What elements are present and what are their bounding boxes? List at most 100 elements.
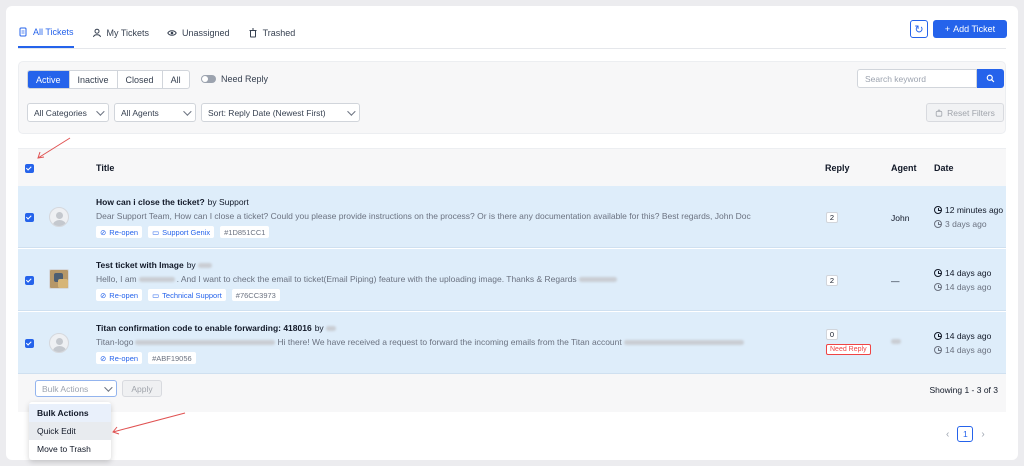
ticket-excerpt: Hello, I am . And I want to check the ema… (96, 274, 811, 284)
need-reply-badge: Need Reply (826, 344, 871, 355)
ticket-author: by (314, 323, 324, 333)
redacted-text (623, 340, 744, 346)
menu-item-quick-edit[interactable]: Quick Edit (29, 422, 111, 440)
avatar (49, 269, 69, 289)
column-reply: Reply (825, 163, 850, 173)
clock-icon (934, 332, 942, 340)
clock-icon (934, 346, 942, 354)
chevron-down-icon (104, 382, 113, 392)
category-tag[interactable]: ▭ Technical Support (148, 289, 226, 301)
updated-date-text: 12 minutes ago (945, 205, 1004, 215)
agent-select[interactable]: All Agents (114, 103, 196, 122)
ticket-tags: ⊘ Re-open #ABF19056 (96, 352, 196, 364)
created-date-text: 14 days ago (945, 345, 992, 355)
reopen-icon: ⊘ (100, 290, 107, 300)
select-all-checkbox[interactable] (25, 164, 34, 173)
tickets-panel: All Tickets My Tickets Unassigned Trashe… (6, 6, 1018, 460)
status-inactive-button[interactable]: Inactive (70, 71, 118, 88)
reopen-tag[interactable]: ⊘ Re-open (96, 352, 143, 364)
clock-icon (934, 283, 942, 291)
ticket-title[interactable]: Test ticket with Image by (96, 260, 214, 270)
pagination: ‹ 1 › (946, 426, 985, 442)
add-ticket-label: Add Ticket (953, 24, 996, 34)
menu-item-move-to-trash[interactable]: Move to Trash (29, 440, 111, 458)
ticket-title[interactable]: How can i close the ticket? by Support (96, 197, 249, 207)
tab-label: Unassigned (182, 28, 230, 38)
page-1-button[interactable]: 1 (957, 426, 974, 442)
user-icon (92, 28, 101, 38)
ticket-title[interactable]: Titan confirmation code to enable forwar… (96, 323, 338, 333)
sort-select[interactable]: Sort: Reply Date (Newest First) (201, 103, 360, 122)
row-checkbox[interactable] (25, 339, 34, 348)
status-closed-button[interactable]: Closed (118, 71, 163, 88)
ticket-id-tag: #ABF19056 (148, 352, 196, 364)
status-active-button[interactable]: Active (28, 71, 70, 88)
ticket-tags: ⊘ Re-open ▭ Support Genix #1D851CC1 (96, 226, 270, 238)
category-tag-label: Support Genix (162, 227, 211, 237)
apply-button[interactable]: Apply (122, 380, 162, 397)
chevron-down-icon (347, 106, 356, 116)
tab-label: Trashed (262, 28, 296, 38)
ticket-tabs: All Tickets My Tickets Unassigned Trashe… (18, 18, 295, 48)
table-footer (18, 374, 1006, 412)
file-icon (19, 27, 27, 37)
redacted-text (325, 326, 336, 332)
table-row[interactable]: How can i close the ticket? by Support De… (18, 186, 1006, 248)
menu-item-bulk-actions[interactable]: Bulk Actions (29, 404, 111, 422)
folder-icon: ▭ (152, 227, 160, 237)
category-select[interactable]: All Categories (27, 103, 109, 122)
bulk-actions-select[interactable]: Bulk Actions (35, 380, 117, 397)
ticket-author: by Support (207, 197, 249, 207)
need-reply-toggle[interactable] (201, 75, 216, 83)
chevron-down-icon (183, 106, 192, 116)
add-ticket-button[interactable]: + Add Ticket (933, 20, 1007, 38)
redacted-text (135, 340, 276, 346)
table-row[interactable]: Test ticket with Image by Hello, I am . An… (18, 249, 1006, 311)
redacted-text (891, 339, 901, 345)
tab-unassigned[interactable]: Unassigned (167, 18, 230, 48)
refresh-icon: ↻ (914, 23, 924, 36)
updated-date: 12 minutes ago (934, 205, 1003, 215)
search-button[interactable] (977, 69, 1004, 88)
redacted-text (138, 277, 175, 283)
excerpt-part: Titan-logo (96, 337, 134, 347)
search-input[interactable]: Search keyword (857, 69, 977, 88)
created-date: 14 days ago (934, 282, 991, 292)
category-tag[interactable]: ▭ Support Genix (148, 226, 215, 238)
redacted-text (578, 277, 617, 283)
prev-page-icon[interactable]: ‹ (946, 429, 949, 440)
search-placeholder: Search keyword (865, 73, 926, 84)
ticket-title-text: How can i close the ticket? (96, 197, 205, 207)
tabs-divider (18, 48, 1006, 49)
bulk-actions-value: Bulk Actions (42, 383, 89, 394)
folder-icon: ▭ (152, 290, 160, 300)
tab-all-tickets[interactable]: All Tickets (18, 18, 74, 48)
refresh-button[interactable]: ↻ (910, 20, 928, 38)
reopen-tag[interactable]: ⊘ Re-open (96, 226, 143, 238)
need-reply-label: Need Reply (221, 74, 269, 84)
status-all-button[interactable]: All (163, 71, 189, 88)
reset-filters-button[interactable]: Reset Filters (926, 103, 1004, 122)
next-page-icon[interactable]: › (981, 429, 984, 440)
created-date-text: 14 days ago (945, 282, 992, 292)
bulk-actions-menu: Bulk Actions Quick Edit Move to Trash (29, 402, 111, 460)
agent-value: All Agents (121, 107, 159, 118)
trash-icon (249, 28, 257, 38)
tab-trashed[interactable]: Trashed (248, 18, 296, 48)
reopen-icon: ⊘ (100, 353, 107, 363)
redacted-text (197, 263, 212, 269)
row-checkbox[interactable] (25, 213, 34, 222)
reopen-label: Re-open (109, 353, 139, 363)
tab-my-tickets[interactable]: My Tickets (92, 18, 149, 48)
reply-count: 2 (826, 212, 838, 223)
chevron-down-icon (96, 106, 105, 116)
agent-name: John (891, 213, 910, 223)
category-tag-label: Technical Support (162, 290, 222, 300)
reopen-tag[interactable]: ⊘ Re-open (96, 289, 143, 301)
showing-count: Showing 1 - 3 of 3 (929, 385, 998, 395)
reply-count: 2 (826, 275, 838, 286)
row-checkbox[interactable] (25, 276, 34, 285)
updated-date: 14 days ago (934, 331, 991, 341)
updated-date-text: 14 days ago (945, 268, 992, 278)
table-row[interactable]: Titan confirmation code to enable forwar… (18, 312, 1006, 374)
